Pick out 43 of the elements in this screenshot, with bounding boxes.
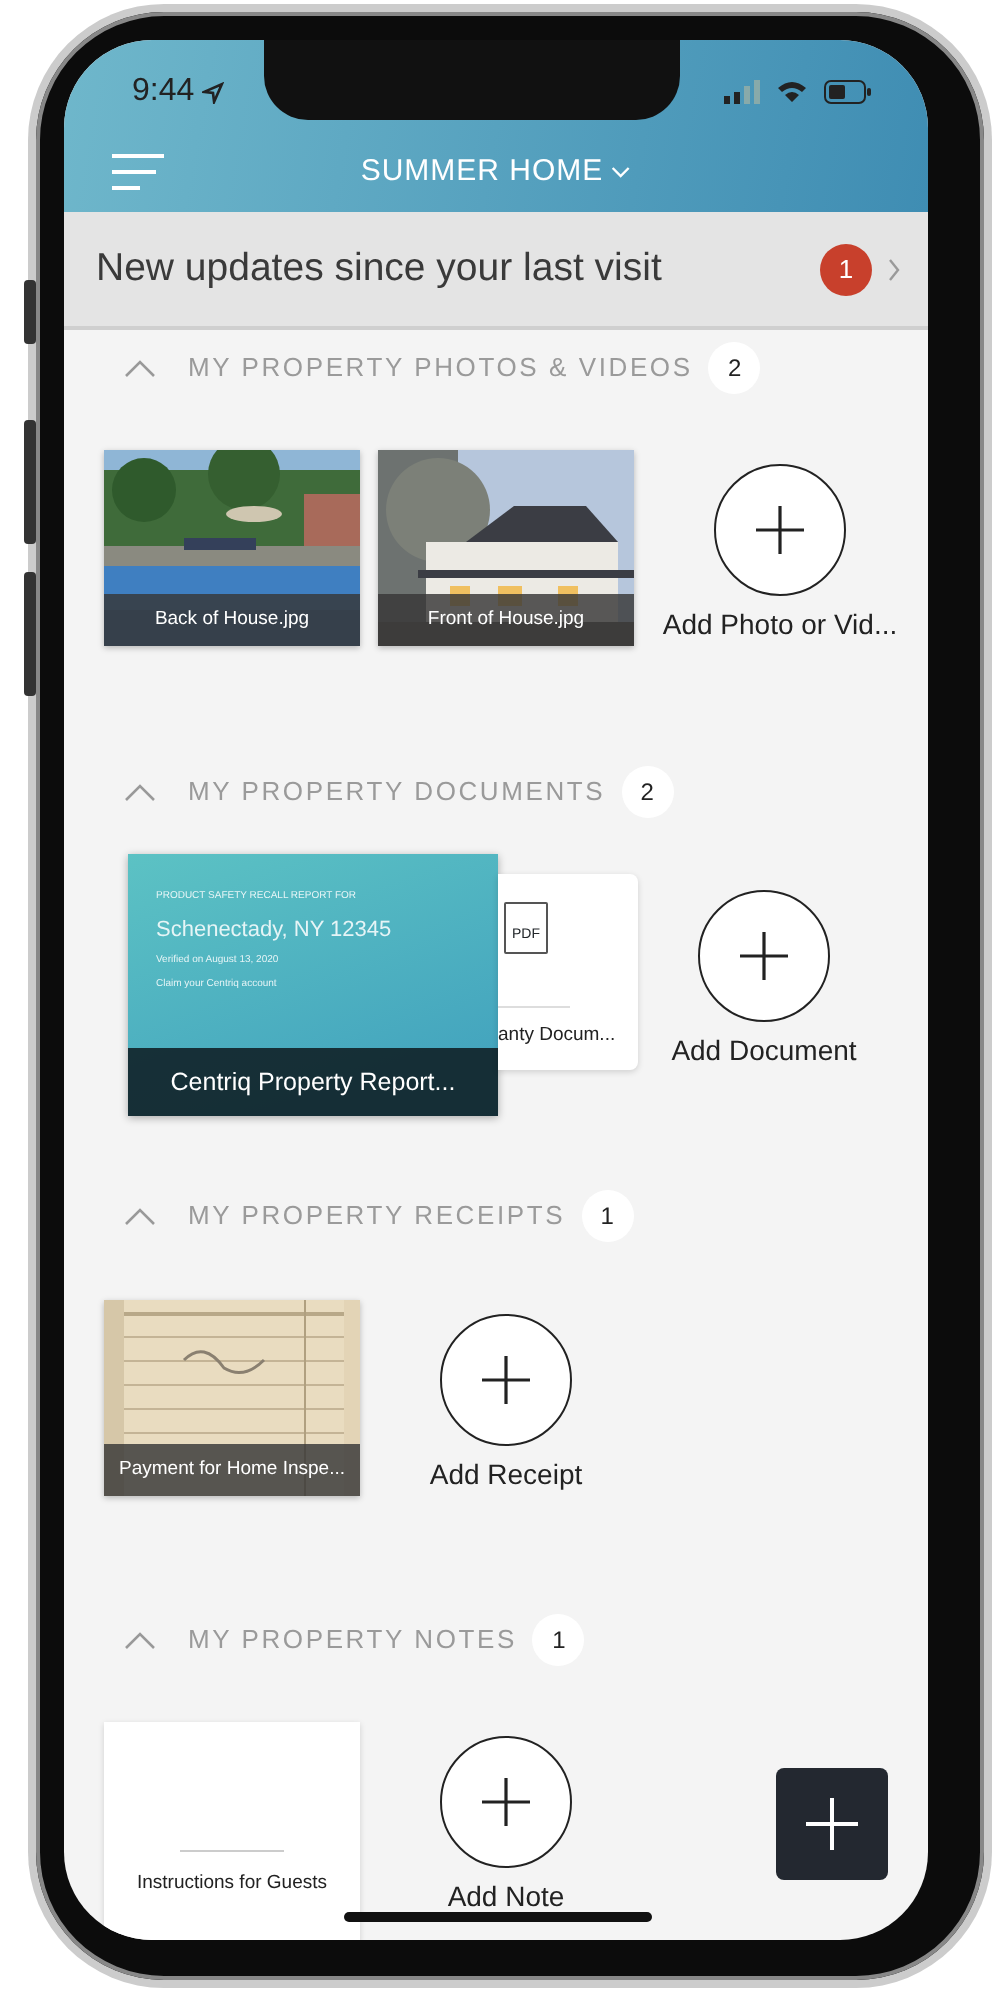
file-caption: Payment for Home Inspe... — [104, 1444, 360, 1496]
file-caption: Centriq Property Report... — [128, 1048, 498, 1116]
add-label: Add Photo or Vid... — [662, 606, 898, 644]
chevron-up-icon[interactable] — [124, 1631, 156, 1649]
section-title: MY PROPERTY NOTES — [188, 1622, 517, 1659]
updates-banner[interactable]: New updates since your last visit 1 — [64, 212, 928, 330]
file-caption: Back of House.jpg — [104, 594, 360, 646]
updates-text: New updates since your last visit — [96, 243, 662, 294]
file-caption: Front of House.jpg — [378, 594, 634, 646]
note-card[interactable]: Instructions for Guests — [104, 1722, 360, 1940]
signal-icon — [724, 80, 760, 104]
document-text: Schenectady, NY 12345 — [156, 915, 394, 945]
clock-time: 9:44 — [132, 72, 195, 112]
chevron-up-icon[interactable] — [124, 1207, 156, 1225]
plus-icon — [482, 1356, 530, 1404]
section-title: MY PROPERTY PHOTOS & VIDEOS — [188, 350, 693, 387]
plus-icon — [806, 1798, 858, 1850]
updates-count: 1 — [820, 243, 872, 295]
plus-icon — [740, 932, 788, 980]
chevron-right-icon — [888, 257, 900, 281]
count-badge: 1 — [581, 1190, 634, 1242]
plus-icon — [756, 506, 804, 554]
photo-card[interactable]: Back of House.jpg — [104, 450, 360, 646]
count-badge: 1 — [532, 1614, 585, 1666]
count-badge: 2 — [621, 766, 674, 818]
location-arrow-icon — [202, 81, 225, 103]
add-label: Add Document — [671, 1032, 857, 1070]
battery-icon — [824, 80, 872, 104]
file-caption: anty Docum... — [498, 1022, 616, 1050]
note-title: Instructions for Guests — [134, 1870, 330, 1898]
caret-icon — [611, 166, 632, 178]
chevron-up-icon[interactable] — [124, 783, 156, 801]
section-title: MY PROPERTY RECEIPTS — [188, 1198, 566, 1235]
section-title: MY PROPERTY DOCUMENTS — [188, 774, 606, 811]
add-label: Add Receipt — [429, 1456, 583, 1494]
chevron-up-icon[interactable] — [124, 359, 156, 377]
photo-card[interactable]: Front of House.jpg — [378, 450, 634, 646]
photo-card[interactable]: Payment for Home Inspe... — [104, 1300, 360, 1496]
add-button[interactable] — [776, 1768, 888, 1880]
plus-icon — [482, 1778, 530, 1826]
count-badge: 2 — [708, 342, 761, 394]
add-label: Add Note — [447, 1878, 565, 1916]
wifi-icon — [776, 80, 808, 104]
